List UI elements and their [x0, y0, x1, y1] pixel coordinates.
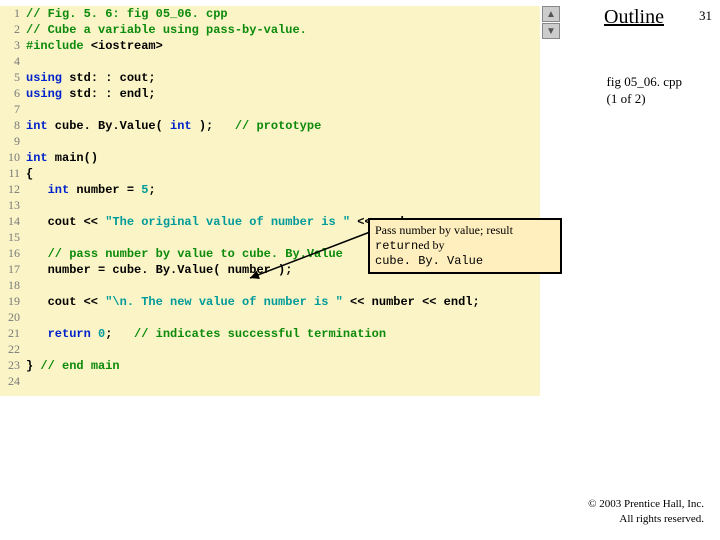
code-kw: int — [170, 119, 192, 133]
code-text: number = — [69, 183, 141, 197]
code-kw: using — [26, 87, 69, 101]
gutter: 21 — [4, 326, 26, 341]
gutter: 24 — [4, 374, 26, 389]
code-text — [26, 183, 48, 197]
code-text — [26, 327, 48, 341]
gutter: 17 — [4, 262, 26, 277]
code-text: cout << — [26, 295, 105, 309]
code-kw: int — [26, 151, 48, 165]
gutter: 9 — [4, 134, 26, 149]
gutter: 13 — [4, 198, 26, 213]
nav-up-button[interactable]: ▲ — [542, 6, 560, 22]
gutter: 14 — [4, 214, 26, 229]
code-str: "The original value of number is " — [105, 215, 350, 229]
callout-text: ed by — [418, 238, 444, 252]
slide-number: 31 — [699, 8, 712, 24]
gutter: 2 — [4, 22, 26, 37]
code-text: std: : cout; — [69, 71, 155, 85]
code-comment: // pass number by value to cube. By.Valu… — [48, 247, 343, 261]
code-pp: #include — [26, 39, 91, 53]
gutter: 12 — [4, 182, 26, 197]
code-text: ; — [148, 183, 155, 197]
nav-down-button[interactable]: ▼ — [542, 23, 560, 39]
copyright: © 2003 Prentice Hall, Inc. All rights re… — [588, 497, 704, 526]
file-name: fig 05_06. cpp — [607, 74, 682, 91]
gutter: 4 — [4, 54, 26, 69]
callout-tt: cube. By. Value — [375, 254, 555, 269]
gutter: 22 — [4, 342, 26, 357]
code-text: ); — [192, 119, 235, 133]
nav-arrows: ▲ ▼ — [542, 6, 560, 39]
file-part: (1 of 2) — [607, 91, 682, 108]
gutter: 5 — [4, 70, 26, 85]
code-text: std: : endl; — [69, 87, 155, 101]
code-text: ; — [105, 327, 134, 341]
code-text: { — [26, 167, 33, 181]
copyright-line: All rights reserved. — [588, 512, 704, 526]
callout-line: Pass number by value; result — [375, 223, 555, 238]
code-kw: int — [48, 183, 70, 197]
gutter: 15 — [4, 230, 26, 245]
code-kw: int — [26, 119, 48, 133]
copyright-line: © 2003 Prentice Hall, Inc. — [588, 497, 704, 511]
callout-line: returned by — [375, 238, 555, 254]
code-kw: using — [26, 71, 69, 85]
gutter: 23 — [4, 358, 26, 373]
code-comment: // Cube a variable using pass-by-value. — [26, 23, 307, 37]
gutter: 10 — [4, 150, 26, 165]
file-caption: fig 05_06. cpp (1 of 2) — [607, 74, 682, 108]
code-comment: // Fig. 5. 6: fig 05_06. cpp — [26, 7, 228, 21]
gutter: 7 — [4, 102, 26, 117]
outline-section: Outline — [566, 6, 686, 29]
gutter: 19 — [4, 294, 26, 309]
code-comment: // indicates successful termination — [134, 327, 386, 341]
code-comment: // prototype — [235, 119, 321, 133]
gutter: 3 — [4, 38, 26, 53]
code-comment: // end main — [40, 359, 119, 373]
code-text: number = cube. By.Value( number ); — [26, 263, 292, 277]
code-kw: return — [48, 327, 91, 341]
gutter: 20 — [4, 310, 26, 325]
gutter: 16 — [4, 246, 26, 261]
code-text: cube. By.Value( — [48, 119, 170, 133]
code-str: "\n. The new value of number is " — [105, 295, 343, 309]
code-text — [26, 247, 48, 261]
callout-box: Pass number by value; result returned by… — [368, 218, 562, 274]
code-text: <iostream> — [91, 39, 163, 53]
code-text: << number << endl; — [343, 295, 480, 309]
code-text: main() — [48, 151, 98, 165]
gutter: 11 — [4, 166, 26, 181]
gutter: 1 — [4, 6, 26, 21]
outline-title: Outline — [604, 6, 686, 29]
code-text: cout << — [26, 215, 105, 229]
code-text: } — [26, 359, 40, 373]
callout-tt: return — [375, 239, 418, 253]
gutter: 8 — [4, 118, 26, 133]
code-text — [91, 327, 98, 341]
gutter: 18 — [4, 278, 26, 293]
code-panel: 1// Fig. 5. 6: fig 05_06. cpp 2// Cube a… — [0, 6, 540, 396]
gutter: 6 — [4, 86, 26, 101]
